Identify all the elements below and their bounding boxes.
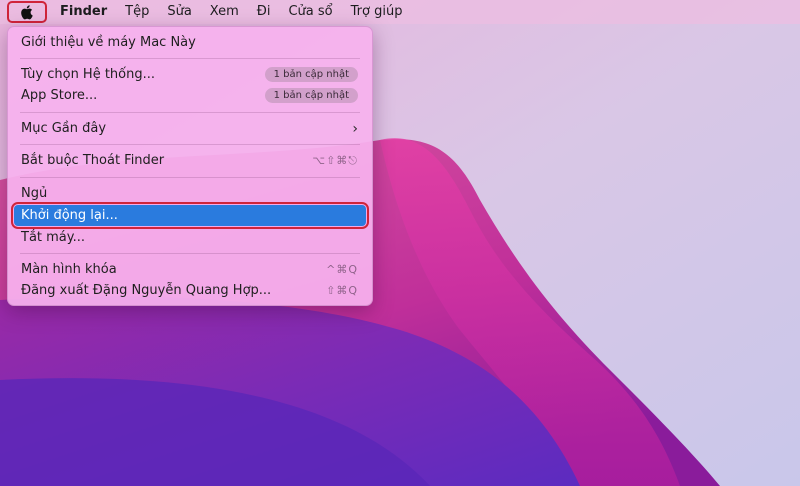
menu-item-app-store[interactable]: App Store... 1 bản cập nhật: [14, 85, 366, 106]
menu-edit[interactable]: Sửa: [158, 0, 200, 24]
menu-item-shut-down[interactable]: Tắt máy...: [14, 227, 366, 248]
menu-view[interactable]: Xem: [201, 0, 248, 24]
menu-go[interactable]: Đi: [248, 0, 280, 24]
menu-item-force-quit[interactable]: Bắt buộc Thoát Finder ⌥⇧⌘⎋: [14, 150, 366, 171]
menu-help[interactable]: Trợ giúp: [342, 0, 412, 24]
menu-separator: [20, 144, 360, 145]
menu-item-about-this-mac[interactable]: Giới thiệu về máy Mac Này: [14, 32, 366, 53]
menu-bar: Finder Tệp Sửa Xem Đi Cửa sổ Trợ giúp: [0, 0, 800, 24]
menu-separator: [20, 253, 360, 254]
menu-item-lock-screen[interactable]: Màn hình khóa ^⌘Q: [14, 259, 366, 280]
menu-separator: [20, 112, 360, 113]
menu-finder[interactable]: Finder: [51, 0, 116, 24]
menu-item-label: Tắt máy...: [21, 230, 358, 245]
menu-item-label: Đăng xuất Đặng Nguyễn Quang Hợp...: [21, 283, 326, 298]
menu-item-sleep[interactable]: Ngủ: [14, 183, 366, 204]
menu-item-label: Mục Gần đây: [21, 121, 352, 136]
keyboard-shortcut: ⌥⇧⌘⎋: [312, 154, 358, 168]
menu-item-recent-items[interactable]: Mục Gần đây ›: [14, 118, 366, 139]
menu-file[interactable]: Tệp: [116, 0, 158, 24]
apple-menu-dropdown: Giới thiệu về máy Mac Này Tùy chọn Hệ th…: [7, 26, 373, 306]
keyboard-shortcut: ^⌘Q: [326, 263, 358, 276]
menu-item-restart[interactable]: Khởi động lại...: [14, 205, 366, 226]
menu-item-log-out[interactable]: Đăng xuất Đặng Nguyễn Quang Hợp... ⇧⌘Q: [14, 280, 366, 301]
menu-item-label: Bắt buộc Thoát Finder: [21, 153, 312, 168]
menu-item-label: Tùy chọn Hệ thống...: [21, 67, 265, 82]
menu-separator: [20, 58, 360, 59]
menu-item-label: Khởi động lại...: [21, 208, 358, 223]
menu-item-label: App Store...: [21, 88, 265, 103]
chevron-right-icon: ›: [352, 121, 358, 137]
menu-window[interactable]: Cửa sổ: [279, 0, 341, 24]
update-badge: 1 bản cập nhật: [265, 67, 358, 82]
keyboard-shortcut: ⇧⌘Q: [326, 284, 358, 297]
apple-menu-button[interactable]: [7, 1, 47, 23]
apple-logo-icon: [20, 4, 34, 20]
menu-item-label: Ngủ: [21, 186, 358, 201]
menu-item-label: Giới thiệu về máy Mac Này: [21, 35, 358, 50]
menu-item-system-preferences[interactable]: Tùy chọn Hệ thống... 1 bản cập nhật: [14, 64, 366, 85]
menu-separator: [20, 177, 360, 178]
menu-item-label: Màn hình khóa: [21, 262, 326, 277]
update-badge: 1 bản cập nhật: [265, 88, 358, 103]
